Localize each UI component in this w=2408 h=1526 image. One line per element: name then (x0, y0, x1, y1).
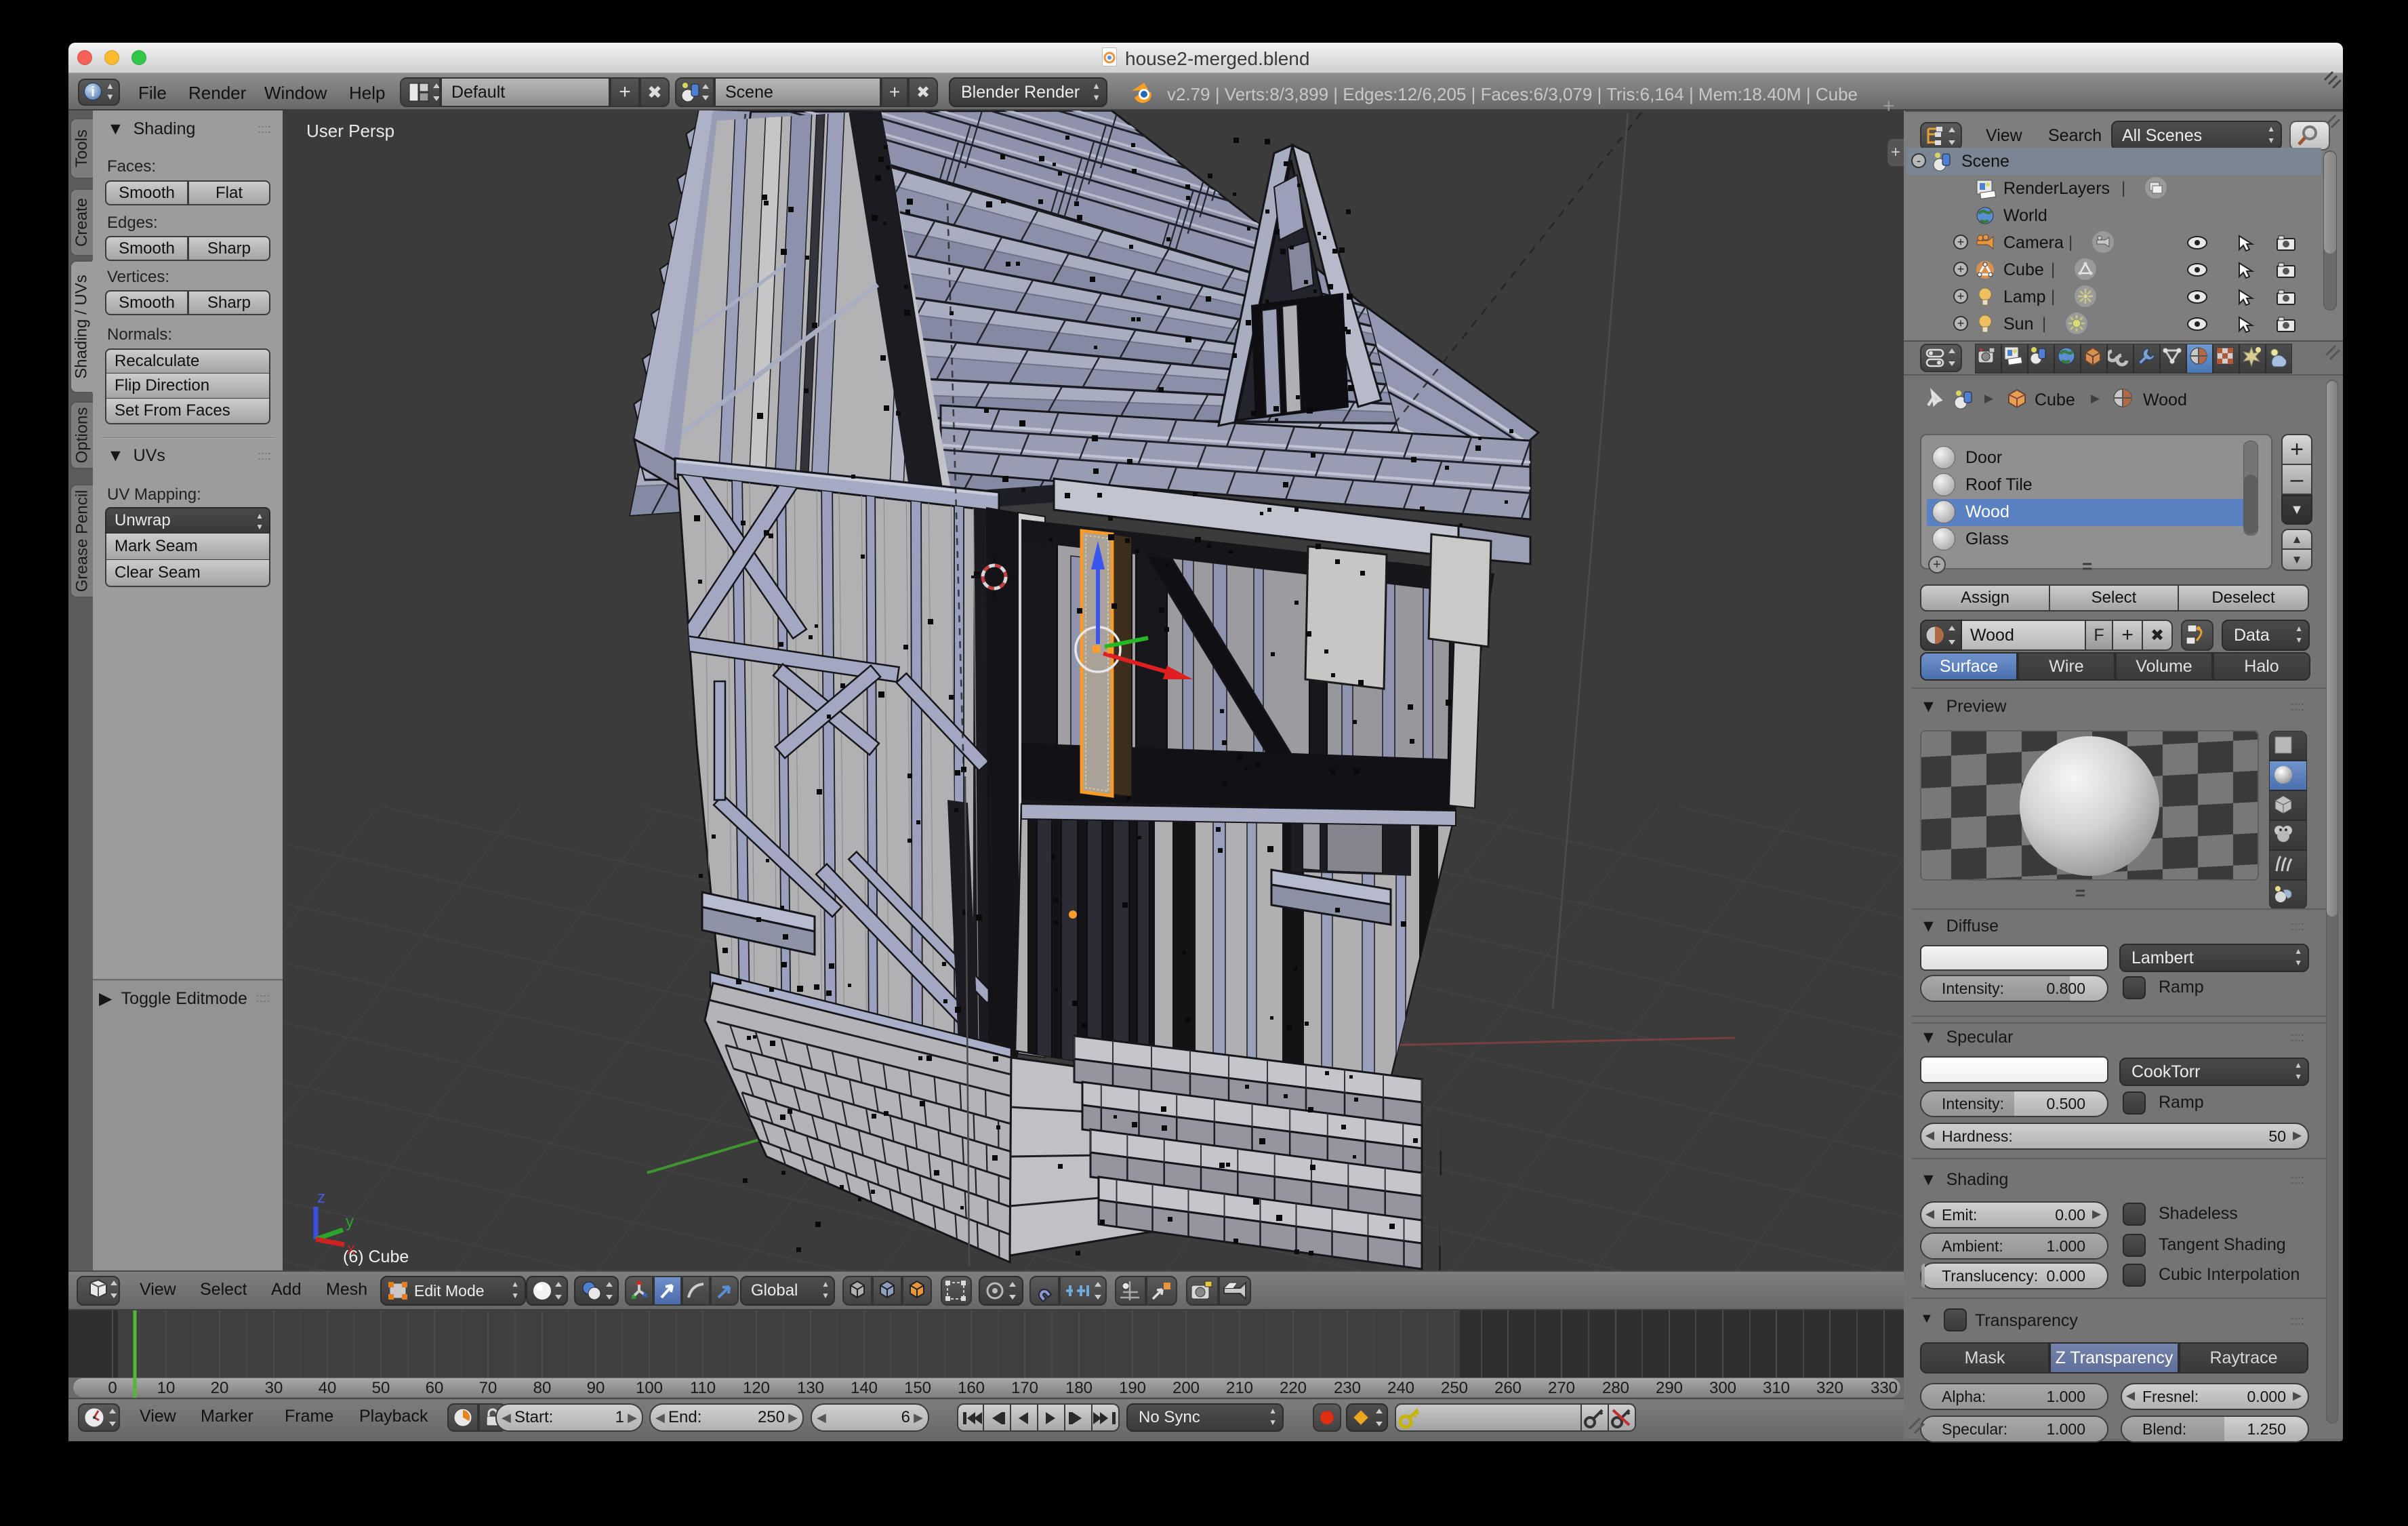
svg-text:170: 170 (1011, 1379, 1038, 1397)
svg-text:290: 290 (1656, 1379, 1683, 1397)
svg-text:40: 40 (319, 1379, 337, 1397)
svg-text:120: 120 (743, 1379, 770, 1397)
svg-text:240: 240 (1387, 1379, 1414, 1397)
svg-text:70: 70 (479, 1379, 497, 1397)
svg-text:210: 210 (1226, 1379, 1253, 1397)
svg-text:220: 220 (1280, 1379, 1307, 1397)
svg-text:280: 280 (1602, 1379, 1629, 1397)
svg-text:60: 60 (426, 1379, 444, 1397)
svg-text:320: 320 (1816, 1379, 1843, 1397)
svg-text:80: 80 (533, 1379, 552, 1397)
svg-text:30: 30 (265, 1379, 283, 1397)
svg-text:260: 260 (1494, 1379, 1522, 1397)
svg-text:190: 190 (1119, 1379, 1146, 1397)
svg-text:y: y (346, 1213, 354, 1231)
svg-text:230: 230 (1334, 1379, 1361, 1397)
svg-text:150: 150 (904, 1379, 931, 1397)
svg-text:130: 130 (797, 1379, 824, 1397)
svg-text:50: 50 (372, 1379, 390, 1397)
svg-text:10: 10 (157, 1379, 176, 1397)
svg-text:270: 270 (1548, 1379, 1575, 1397)
svg-text:160: 160 (958, 1379, 985, 1397)
svg-text:100: 100 (636, 1379, 663, 1397)
svg-text:180: 180 (1065, 1379, 1093, 1397)
svg-text:140: 140 (851, 1379, 878, 1397)
svg-text:310: 310 (1763, 1379, 1790, 1397)
svg-text:90: 90 (587, 1379, 605, 1397)
svg-text:250: 250 (1441, 1379, 1468, 1397)
svg-text:20: 20 (211, 1379, 229, 1397)
svg-text:0: 0 (108, 1379, 117, 1397)
svg-text:200: 200 (1172, 1379, 1200, 1397)
svg-text:110: 110 (690, 1379, 716, 1397)
svg-text:330: 330 (1871, 1379, 1898, 1397)
svg-text:300: 300 (1709, 1379, 1736, 1397)
svg-text:z: z (317, 1188, 325, 1207)
